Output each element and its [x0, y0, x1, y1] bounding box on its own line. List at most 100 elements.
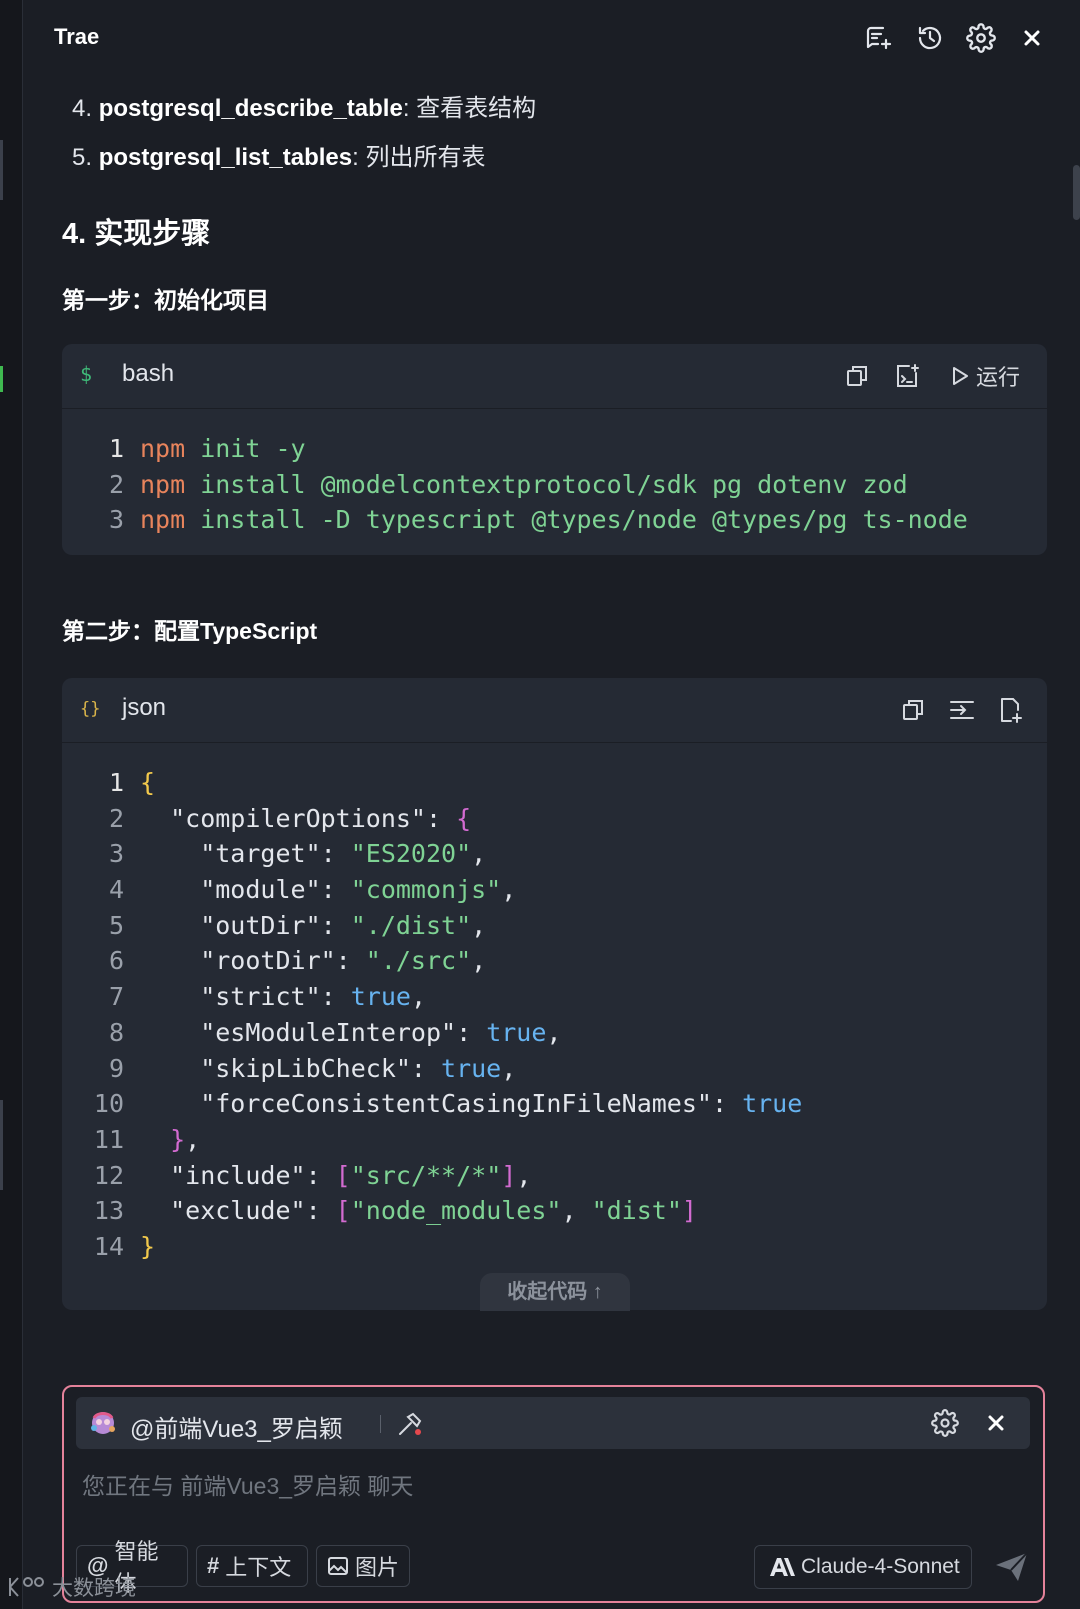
code-content: 1{2 "compilerOptions": {3 "target": "ES2… — [62, 743, 1047, 1265]
language-label: bash — [122, 360, 175, 387]
image-pill-button[interactable]: 图片 — [316, 1545, 410, 1587]
tool-name: postgresql_list_tables — [98, 144, 353, 171]
hash-icon: # — [207, 1553, 220, 1578]
code-line: 3 npm install -D typescript @types/node @… — [62, 502, 1047, 538]
code-token: "forceConsistentCasingInFileNames": — [140, 1089, 743, 1119]
anthropic-icon — [770, 1558, 795, 1576]
code-token: init -y — [185, 434, 306, 463]
remove-agent-icon[interactable] — [984, 1411, 1008, 1435]
code-token: "exclude": — [140, 1196, 336, 1226]
line-number: 14 — [93, 1231, 124, 1261]
code-token: "dist" — [591, 1196, 682, 1226]
code-line: 10 "forceConsistentCasingInFileNames": t… — [62, 1086, 1047, 1122]
code-block-header: $ bash 运行 — [62, 344, 1047, 409]
agent-settings-icon[interactable] — [931, 1409, 959, 1437]
code-token: , — [410, 982, 426, 1012]
bash-code-block: $ bash 运行 1 npm init -y 2 npm install @mode… — [62, 344, 1047, 555]
insert-terminal-button[interactable] — [893, 360, 921, 392]
line-number: 13 — [93, 1196, 124, 1226]
code-line: 14} — [62, 1229, 1047, 1265]
pill-label: 图片 — [355, 1555, 400, 1580]
code-block-header: {} json — [62, 678, 1047, 743]
line-text: { — [140, 765, 155, 801]
code-line: 3 "target": "ES2020", — [62, 836, 1047, 872]
tools-button[interactable] — [396, 1410, 424, 1438]
context-pill-button[interactable]: # 上下文 — [196, 1545, 308, 1587]
panel-header: Trae — [22, 0, 1080, 76]
code-token: [ — [335, 1160, 351, 1190]
line-text: "strict": true, — [140, 979, 426, 1015]
model-selector[interactable]: Claude-4-Sonnet — [754, 1545, 972, 1589]
code-token: , — [516, 1160, 532, 1190]
line-number: 3 — [108, 839, 124, 869]
code-token: , — [471, 946, 487, 976]
apply-button[interactable] — [948, 694, 976, 726]
line-text: "exclude": ["node_modules", "dist"] — [140, 1193, 697, 1229]
code-line: 8 "esModuleInterop": true, — [62, 1015, 1047, 1051]
activity-marker — [0, 1100, 3, 1190]
code-token: ] — [501, 1160, 517, 1190]
play-icon — [953, 367, 968, 385]
code-token: { — [456, 803, 472, 833]
code-token: npm — [140, 434, 186, 463]
code-token: "./dist" — [350, 910, 472, 940]
insert-file-icon — [1001, 698, 1022, 723]
line-number: 12 — [93, 1160, 124, 1190]
chat-input-box[interactable]: @前端Vue3_罗启颖 您正在与 前端Vue3_罗启颖 聊天 @ 智能体 # 上… — [62, 1385, 1045, 1603]
agent-label: @前端Vue3_罗启颖 — [130, 1416, 343, 1443]
code-token: { — [140, 768, 156, 797]
code-token: , — [546, 1017, 562, 1047]
collapse-code-button[interactable]: 收起代码 ↑ — [480, 1273, 630, 1311]
line-text: "rootDir": "./src", — [140, 943, 486, 979]
copy-button[interactable] — [844, 360, 870, 392]
code-token: true — [742, 1089, 803, 1119]
apply-icon — [950, 701, 974, 719]
code-line: 2 "compilerOptions": { — [62, 801, 1047, 837]
pill-label: 上下文 — [225, 1555, 292, 1580]
line-number: 5 — [108, 910, 124, 940]
model-label: Claude-4-Sonnet — [801, 1555, 960, 1578]
line-text: npm init -y — [140, 431, 306, 467]
line-text: }, — [140, 1122, 200, 1158]
code-token: install -D typescript @types/node @types… — [185, 505, 968, 535]
watermark-text: 大数跨境 — [52, 1577, 136, 1600]
line-text: "target": "ES2020", — [140, 836, 486, 872]
code-line: 11 }, — [62, 1122, 1047, 1158]
close-icon[interactable] — [1014, 20, 1050, 56]
run-label: 运行 — [976, 365, 1021, 390]
code-line: 1{ — [62, 765, 1047, 801]
code-token: "target": — [140, 839, 351, 869]
send-button[interactable] — [994, 1551, 1030, 1583]
code-line: 5 "outDir": "./dist", — [62, 908, 1047, 944]
list-number: 4. — [72, 95, 93, 122]
tool-description: : 列出所有表 — [352, 144, 486, 171]
code-line: 13 "exclude": ["node_modules", "dist"] — [62, 1193, 1047, 1229]
active-indicator — [0, 366, 3, 392]
line-text: "skipLibCheck": true, — [140, 1051, 516, 1087]
code-token: npm — [140, 505, 186, 535]
tool-name: postgresql_describe_table — [98, 95, 403, 122]
settings-icon[interactable] — [963, 20, 999, 56]
list-item: 5. postgresql_list_tables: 列出所有表 — [72, 137, 485, 172]
line-text: "outDir": "./dist", — [140, 908, 486, 944]
code-token: } — [140, 1124, 186, 1154]
copy-button[interactable] — [900, 694, 926, 726]
send-icon — [996, 1552, 1028, 1581]
line-number: 6 — [108, 946, 124, 976]
line-number: 1 — [108, 434, 124, 463]
history-icon[interactable] — [912, 20, 948, 56]
code-token: , — [471, 839, 487, 869]
chat-placeholder[interactable]: 您正在与 前端Vue3_罗启颖 聊天 — [82, 1467, 413, 1501]
watermark-logo — [9, 1577, 44, 1597]
scrollbar-thumb[interactable] — [1073, 165, 1080, 220]
new-chat-icon[interactable] — [860, 20, 896, 56]
code-line: 7 "strict": true, — [62, 979, 1047, 1015]
insert-file-button[interactable] — [997, 694, 1023, 726]
code-line: 9 "skipLibCheck": true, — [62, 1051, 1047, 1087]
code-token: "outDir": — [140, 910, 351, 940]
hammer-icon — [399, 1412, 422, 1435]
code-token: npm — [140, 469, 186, 499]
agent-avatar — [91, 1412, 115, 1434]
run-button[interactable]: 运行 — [950, 360, 1020, 392]
code-token: "include": — [140, 1160, 336, 1190]
